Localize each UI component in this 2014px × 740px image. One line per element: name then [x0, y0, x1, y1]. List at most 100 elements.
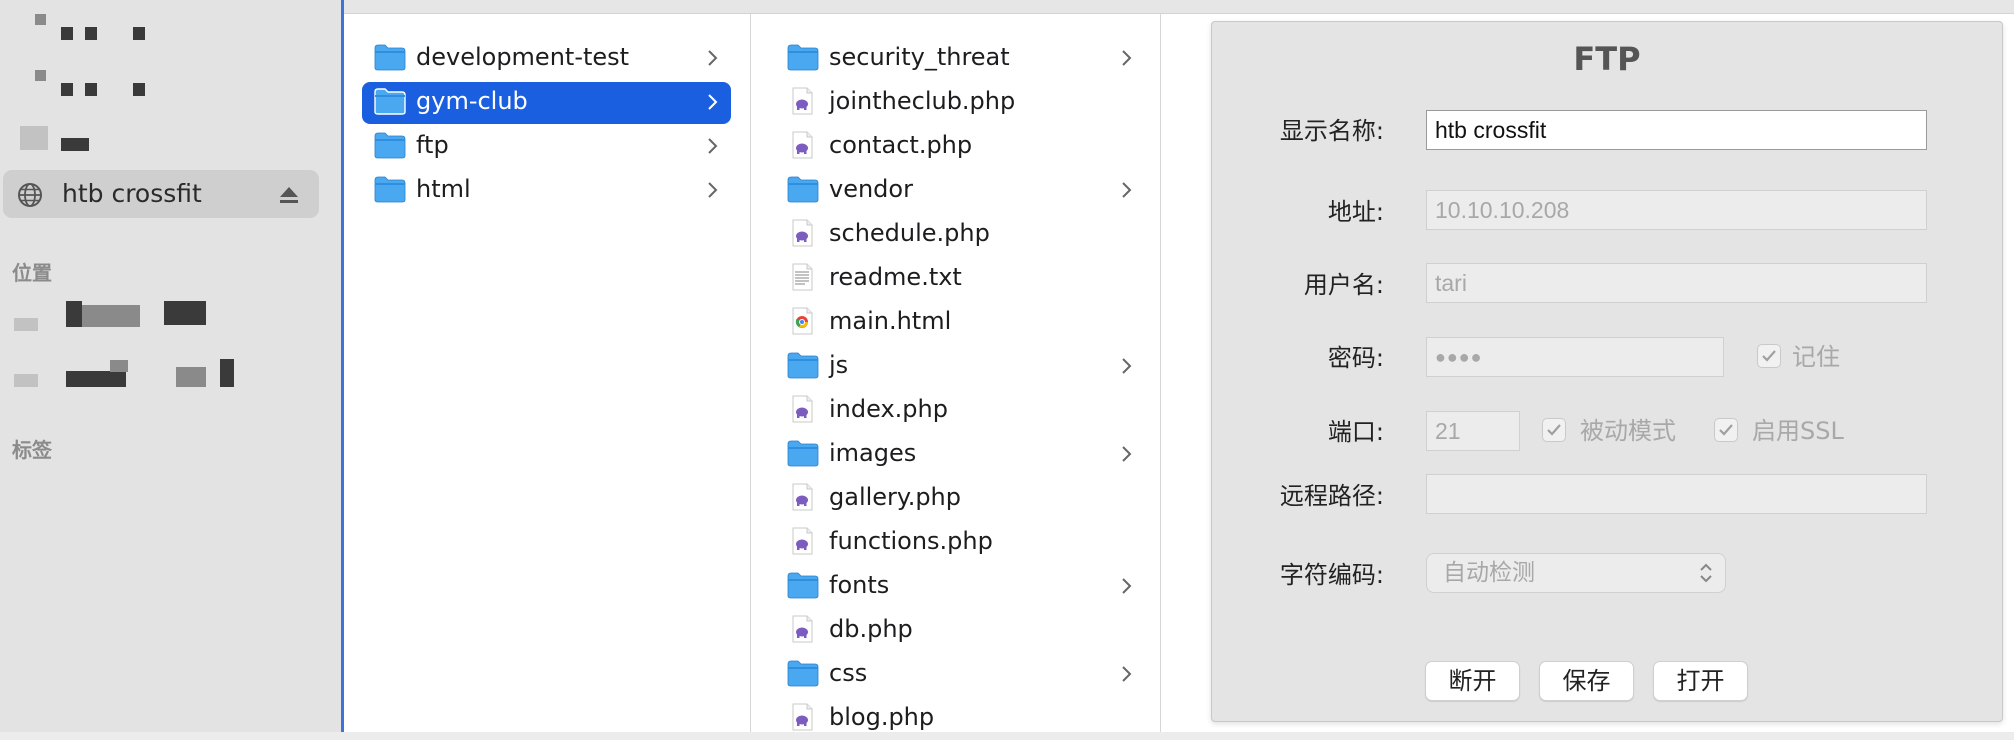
folder-row[interactable]: security_threat: [775, 38, 1145, 80]
item-name: js: [829, 351, 849, 379]
address-label: 地址:: [1327, 198, 1384, 226]
folder-row[interactable]: css: [775, 654, 1145, 696]
browser-column-2[interactable]: security_threat jointheclub.php contact.…: [751, 14, 1161, 732]
enable-ssl-checkbox[interactable]: [1714, 418, 1738, 442]
item-name: fonts: [829, 571, 890, 599]
eject-icon[interactable]: [278, 184, 300, 206]
chevron-right-icon: [1122, 50, 1132, 66]
browser-column-1[interactable]: development-test gym-club ftp html: [344, 14, 751, 732]
file-row[interactable]: gallery.php: [775, 478, 1145, 520]
item-name: functions.php: [829, 527, 993, 555]
port-field: 21: [1426, 411, 1520, 451]
remote-path-field: [1426, 474, 1927, 514]
redacted-block: [66, 371, 126, 387]
text-file-icon: [792, 263, 813, 291]
disconnect-button[interactable]: 断开: [1425, 661, 1520, 701]
redacted-block: [35, 70, 46, 81]
redacted-block: [20, 126, 48, 150]
redacted-block: [133, 27, 145, 40]
file-row[interactable]: blog.php: [775, 698, 1145, 740]
file-row[interactable]: main.html: [775, 302, 1145, 344]
chevron-right-icon: [1122, 666, 1132, 682]
php-file-icon: [792, 87, 813, 115]
folder-row[interactable]: ftp: [362, 126, 731, 168]
chevron-right-icon: [708, 50, 718, 66]
item-name: vendor: [829, 175, 913, 203]
checkmark-icon: [1719, 424, 1733, 436]
redacted-block: [61, 83, 73, 96]
folder-row[interactable]: gym-club: [362, 82, 731, 124]
remember-checkbox[interactable]: [1757, 344, 1781, 368]
redacted-block: [176, 367, 206, 387]
item-name: html: [416, 175, 471, 203]
locations-header: 位置: [12, 261, 52, 285]
redacted-block: [35, 14, 46, 25]
redacted-block: [220, 359, 234, 387]
item-name: gym-club: [416, 87, 528, 115]
remote-path-label: 远程路径:: [1279, 482, 1384, 510]
file-row[interactable]: functions.php: [775, 522, 1145, 564]
item-name: db.php: [829, 615, 913, 643]
display-name-label: 显示名称:: [1279, 117, 1384, 145]
file-row[interactable]: db.php: [775, 610, 1145, 652]
server-name: htb crossfit: [62, 179, 202, 208]
item-name: jointheclub.php: [829, 87, 1016, 115]
folder-icon: [787, 440, 819, 467]
password-label: 密码:: [1327, 344, 1384, 372]
encoding-select[interactable]: 自动检测: [1426, 553, 1726, 593]
folder-row[interactable]: fonts: [775, 566, 1145, 608]
encoding-value: 自动检测: [1443, 560, 1535, 586]
item-name: contact.php: [829, 131, 973, 159]
redacted-block: [61, 138, 89, 151]
item-name: security_threat: [829, 43, 1010, 71]
php-file-icon: [792, 615, 813, 643]
folder-icon: [374, 176, 406, 203]
folder-icon: [374, 44, 406, 71]
open-button[interactable]: 打开: [1653, 661, 1748, 701]
folder-icon: [787, 176, 819, 203]
item-name: schedule.php: [829, 219, 990, 247]
display-name-field[interactable]: htb crossfit: [1426, 110, 1927, 150]
folder-row[interactable]: development-test: [362, 38, 731, 80]
file-row[interactable]: readme.txt: [775, 258, 1145, 300]
save-button[interactable]: 保存: [1539, 661, 1634, 701]
redacted-block: [61, 27, 73, 40]
chevron-right-icon: [708, 182, 718, 198]
redacted-block: [82, 305, 140, 327]
passive-mode-checkbox[interactable]: [1542, 418, 1566, 442]
chevron-right-icon: [1122, 358, 1132, 374]
item-name: development-test: [416, 43, 630, 71]
folder-icon: [374, 88, 406, 115]
password-field: ●●●●: [1426, 337, 1724, 377]
file-row[interactable]: jointheclub.php: [775, 82, 1145, 124]
folder-icon: [787, 572, 819, 599]
file-row[interactable]: index.php: [775, 390, 1145, 432]
checkmark-icon: [1762, 350, 1776, 362]
folder-row[interactable]: js: [775, 346, 1145, 388]
redacted-block: [85, 27, 97, 40]
redacted-block: [66, 301, 82, 327]
php-file-icon: [792, 527, 813, 555]
item-name: gallery.php: [829, 483, 961, 511]
sidebar-item-server[interactable]: htb crossfit: [3, 170, 319, 218]
item-name: blog.php: [829, 703, 935, 731]
tags-header: 标签: [12, 438, 52, 462]
folder-icon: [787, 660, 819, 687]
file-row[interactable]: schedule.php: [775, 214, 1145, 256]
redacted-block: [85, 83, 97, 96]
php-file-icon: [792, 131, 813, 159]
file-row[interactable]: contact.php: [775, 126, 1145, 168]
username-field: tari: [1426, 263, 1927, 303]
folder-row[interactable]: html: [362, 170, 731, 212]
item-name: css: [829, 659, 868, 687]
dialog-title: FTP: [1573, 40, 1641, 78]
item-name: readme.txt: [829, 263, 962, 291]
php-file-icon: [792, 395, 813, 423]
folder-row[interactable]: images: [775, 434, 1145, 476]
enable-ssl-label: 启用SSL: [1752, 417, 1844, 445]
folder-icon: [787, 352, 819, 379]
html-file-icon: [792, 307, 813, 335]
chevron-right-icon: [1122, 578, 1132, 594]
item-name: ftp: [416, 131, 449, 159]
folder-row[interactable]: vendor: [775, 170, 1145, 212]
